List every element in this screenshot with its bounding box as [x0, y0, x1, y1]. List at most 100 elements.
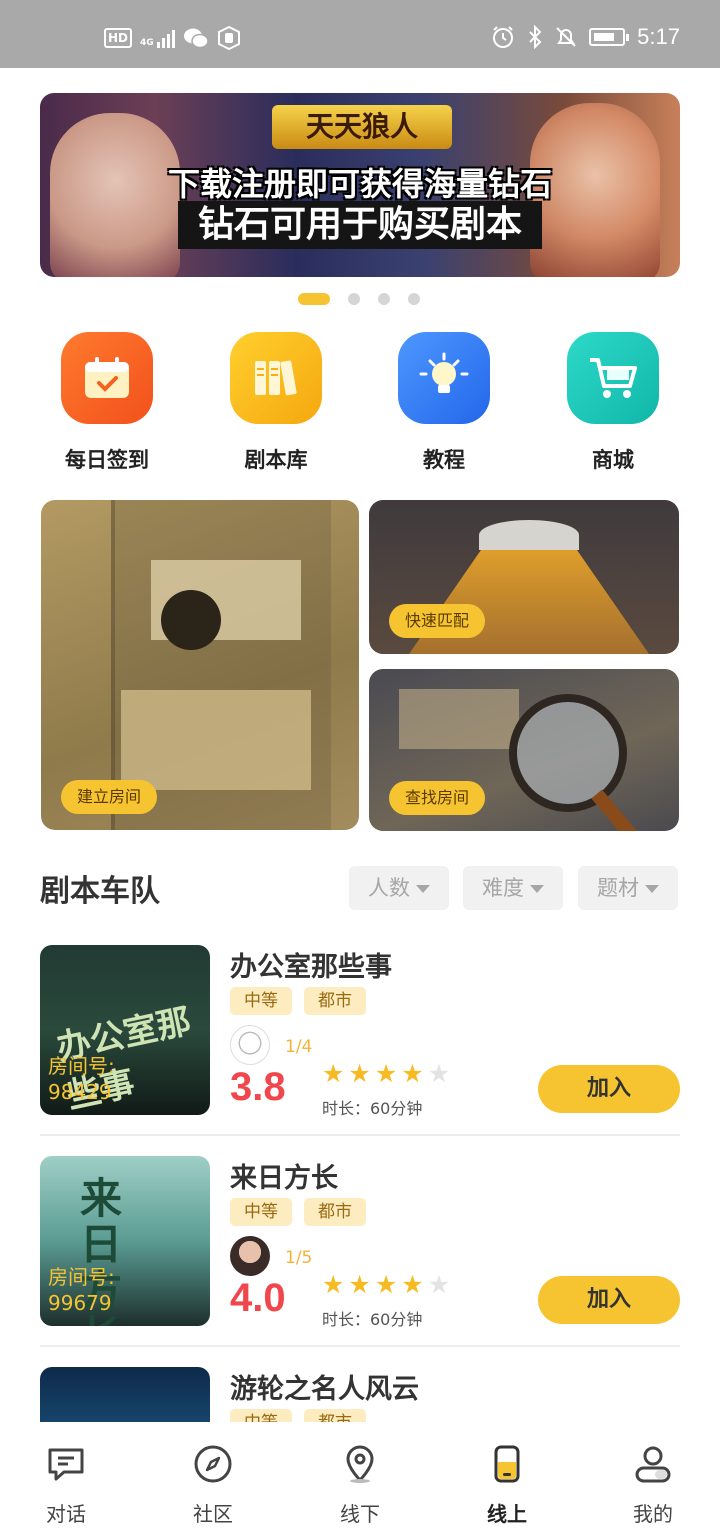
- script-title: 办公室那些事: [230, 952, 392, 983]
- menu-script-library[interactable]: 剧本库: [192, 332, 360, 474]
- avatar: [230, 1236, 270, 1276]
- books-icon: [230, 332, 322, 424]
- menu-store[interactable]: 商城: [529, 332, 697, 474]
- tag-difficulty: 中等: [230, 987, 292, 1015]
- tag-theme: 都市: [304, 1409, 366, 1422]
- tag-theme: 都市: [304, 987, 366, 1015]
- compass-icon: [193, 1444, 233, 1484]
- cart-icon: [567, 332, 659, 424]
- clock: 5:17: [637, 24, 680, 49]
- find-room-button[interactable]: 查找房间: [389, 781, 486, 815]
- script-title: 来日方长: [230, 1163, 338, 1194]
- star-icon: ★: [427, 1270, 451, 1299]
- player-count: 1/4: [285, 1037, 313, 1057]
- star-icon: ★: [374, 1059, 398, 1088]
- section-title: 剧本车队: [40, 874, 160, 909]
- script-cover: 来日方长 房间号:99679: [40, 1156, 210, 1326]
- hd-icon: HD: [104, 28, 133, 48]
- banner-headline: 下载注册即可获得海量钻石: [167, 165, 552, 203]
- user-icon: [633, 1444, 673, 1484]
- star-icon: ★: [348, 1059, 371, 1088]
- alarm-icon: [493, 26, 514, 48]
- chat-icon: [46, 1444, 86, 1484]
- find-room-card[interactable]: 查找房间: [369, 669, 679, 831]
- tag-theme: 都市: [304, 1198, 366, 1226]
- card-map-art: [121, 690, 311, 790]
- star-icon: ★: [322, 1059, 345, 1088]
- promo-banner[interactable]: 天天狼人 下载注册即可获得海量钻石 钻石可用于购买剧本: [40, 93, 680, 277]
- pagination-dot-4[interactable]: [408, 293, 420, 305]
- pagination-dot-1[interactable]: [298, 293, 330, 305]
- script-tags: 中等 都市: [230, 987, 366, 1015]
- banner-game-logo: 天天狼人: [272, 105, 452, 149]
- script-tags: 中等 都市: [230, 1198, 366, 1226]
- caret-down-icon: [645, 885, 659, 893]
- calendar-check-icon: [61, 332, 153, 424]
- quick-match-card[interactable]: 快速匹配: [369, 500, 679, 654]
- player-count: 1/5: [285, 1248, 313, 1268]
- lamp-icon: [479, 520, 579, 550]
- join-button[interactable]: 加入: [538, 1276, 680, 1324]
- lamp-light-art: [409, 550, 649, 654]
- star-rating: ★ ★ ★ ★ ★: [322, 1272, 450, 1297]
- create-room-card[interactable]: 建立房间: [41, 500, 359, 830]
- battery-icon: [589, 28, 630, 46]
- banner-pagination: [298, 293, 420, 305]
- star-icon: ★: [374, 1270, 398, 1299]
- filter-theme[interactable]: 题材: [578, 866, 678, 910]
- script-cover: [40, 1367, 210, 1422]
- script-title: 游轮之名人风云: [230, 1374, 419, 1405]
- quick-match-button[interactable]: 快速匹配: [389, 604, 486, 638]
- hand-icon: [217, 26, 240, 50]
- script-score: 4.0: [230, 1276, 286, 1320]
- filter-difficulty[interactable]: 难度: [463, 866, 563, 910]
- nav-community[interactable]: 社区: [153, 1444, 273, 1527]
- banner-subline: 钻石可用于购买剧本: [178, 201, 542, 249]
- room-number: 房间号: 98429: [48, 1054, 115, 1104]
- duration: 时长：60分钟: [322, 1310, 423, 1329]
- create-room-button[interactable]: 建立房间: [61, 780, 158, 814]
- bottom-nav: 对话 社区 线下 线上 我的: [0, 1422, 720, 1540]
- phone-icon: [487, 1444, 527, 1484]
- divider: [40, 1134, 680, 1136]
- star-icon: ★: [401, 1059, 424, 1088]
- status-right: 5:17: [491, 24, 680, 50]
- filter-players[interactable]: 人数: [349, 866, 449, 910]
- lightbulb-icon: [398, 332, 490, 424]
- pagination-dot-3[interactable]: [378, 293, 390, 305]
- join-button[interactable]: 加入: [538, 1065, 680, 1113]
- status-left: HD 4G: [104, 26, 241, 50]
- script-row[interactable]: 办公室那些事 房间号: 98429 办公室那些事 中等 都市 1/4 3.8 ★ ★…: [40, 945, 680, 1118]
- nav-chat[interactable]: 对话: [6, 1444, 126, 1527]
- script-row[interactable]: 游轮之名人风云 中等 都市: [40, 1367, 680, 1422]
- room-number: 房间号: 99679: [48, 1265, 115, 1315]
- card-paper-art: [399, 689, 519, 749]
- pagination-dot-2[interactable]: [348, 293, 360, 305]
- script-row[interactable]: 来日方长 房间号:99679 来日方长 中等 都市 1/5 4.0 ★★★★★ …: [40, 1156, 680, 1329]
- menu-tutorial[interactable]: 教程: [360, 332, 528, 474]
- magnifier-handle: [591, 789, 641, 831]
- star-icon: ★: [401, 1270, 424, 1299]
- nav-online[interactable]: 线上: [447, 1444, 567, 1527]
- avatar: [230, 1025, 270, 1065]
- tag-difficulty: 中等: [230, 1409, 292, 1422]
- script-cover: 办公室那些事 房间号: 98429: [40, 945, 210, 1115]
- nav-profile[interactable]: 我的: [593, 1444, 713, 1527]
- tag-difficulty: 中等: [230, 1198, 292, 1226]
- star-rating: ★ ★ ★ ★ ★: [322, 1061, 450, 1086]
- caret-down-icon: [416, 885, 430, 893]
- star-icon: ★: [322, 1270, 345, 1299]
- divider: [40, 1345, 680, 1347]
- menu-daily-checkin[interactable]: 每日签到: [23, 332, 191, 474]
- duration: 时长：60分钟: [322, 1099, 423, 1118]
- mute-bell-icon: [556, 27, 576, 47]
- skull-icon: [161, 590, 221, 650]
- bluetooth-icon: [529, 25, 542, 49]
- caret-down-icon: [530, 885, 544, 893]
- script-tags: 中等 都市: [230, 1409, 366, 1422]
- status-bar: HD 4G 5:17: [0, 0, 720, 68]
- location-pin-icon: [340, 1444, 380, 1484]
- star-icon: ★: [348, 1270, 371, 1299]
- wechat-icon: [183, 28, 209, 49]
- nav-offline[interactable]: 线下: [300, 1444, 420, 1527]
